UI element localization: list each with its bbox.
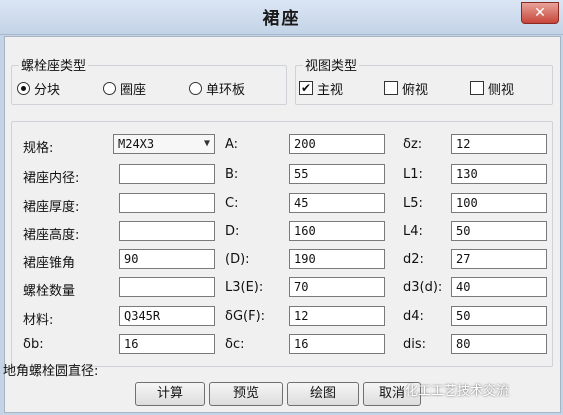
checkbox-indicator: ✔: [299, 81, 313, 95]
param-label: D:: [225, 224, 240, 239]
param-label: 材料:: [23, 313, 54, 328]
bolt-seat-type-title: 螺栓座类型: [19, 55, 89, 74]
radio-ring-seat[interactable]: 圈座: [103, 79, 147, 98]
param-label: dis:: [403, 337, 427, 352]
skirt-height-input[interactable]: [119, 221, 215, 241]
checkbox-label: 侧视: [488, 82, 515, 98]
bolt-count-input[interactable]: [119, 277, 215, 297]
param-label: C:: [225, 196, 239, 211]
skirt-thickness-input[interactable]: [119, 193, 215, 213]
param-label: L4:: [403, 224, 423, 239]
radio-label: 分块: [34, 82, 61, 98]
checkbox-label: 主视: [317, 82, 344, 98]
param-label: d4:: [403, 309, 424, 324]
param-label: L1:: [403, 167, 423, 182]
param-d-paren-input[interactable]: 190: [289, 249, 385, 269]
checkbox-label: 俯视: [402, 82, 429, 98]
skirt-inner-diameter-input[interactable]: [119, 164, 215, 184]
radio-indicator: [189, 81, 202, 95]
param-delta-g-input[interactable]: 12: [289, 306, 385, 326]
spec-value: M24X3: [118, 137, 155, 151]
param-dis-input[interactable]: 80: [451, 334, 547, 354]
draw-button[interactable]: 绘图: [287, 382, 359, 406]
param-label: δb:: [23, 337, 44, 352]
param-l3-input[interactable]: 70: [289, 277, 385, 297]
param-d4-input[interactable]: 50: [451, 306, 547, 326]
param-label: δc:: [225, 337, 245, 352]
dialog-body: 螺栓座类型 分块 圈座 单环板 视图类型 ✔ 主视 俯视 侧视 规格: 裙座内径…: [3, 36, 561, 413]
param-l5-input[interactable]: 100: [451, 193, 547, 213]
param-label: L5:: [403, 196, 423, 211]
view-type-title: 视图类型: [303, 55, 360, 74]
param-label: d2:: [403, 252, 424, 267]
radio-label: 单环板: [206, 82, 246, 98]
radio-indicator: [103, 81, 116, 95]
material-input[interactable]: Q345R: [119, 306, 215, 326]
checkbox-top-view[interactable]: 俯视: [384, 79, 429, 98]
param-label: δz:: [403, 137, 423, 152]
radio-single-ring-plate[interactable]: 单环板: [189, 79, 246, 98]
skirt-cone-angle-input[interactable]: 90: [119, 249, 215, 269]
param-label: 裙座内径:: [23, 171, 80, 186]
param-label: L3(E):: [225, 280, 264, 295]
anchor-bolt-circle-label: 地角螺栓圆直径:: [3, 364, 99, 379]
param-label: A:: [225, 137, 239, 152]
calculate-button[interactable]: 计算: [135, 382, 205, 406]
param-delta-z-input[interactable]: 12: [451, 134, 547, 154]
radio-label: 圈座: [120, 82, 147, 98]
chevron-down-icon: ▼: [203, 138, 210, 149]
param-a-input[interactable]: 200: [289, 134, 385, 154]
param-label: 螺栓数量: [23, 284, 76, 299]
param-c-input[interactable]: 45: [289, 193, 385, 213]
param-l1-input[interactable]: 130: [451, 164, 547, 184]
param-delta-c-input[interactable]: 16: [289, 334, 385, 354]
checkbox-indicator: [384, 81, 398, 95]
param-label: 规格:: [23, 141, 54, 156]
close-icon: ✕: [534, 5, 546, 21]
param-label: 裙座锥角: [23, 256, 76, 271]
radio-split[interactable]: 分块: [17, 79, 61, 98]
param-label: δG(F):: [225, 309, 266, 324]
window-title: 裙座: [262, 9, 301, 29]
checkbox-side-view[interactable]: 侧视: [470, 79, 515, 98]
param-d3-input[interactable]: 40: [451, 277, 547, 297]
title-bar: 裙座 ✕: [0, 0, 563, 35]
param-l4-input[interactable]: 50: [451, 221, 547, 241]
param-label: 裙座厚度:: [23, 200, 80, 215]
param-d-input[interactable]: 160: [289, 221, 385, 241]
param-label: d3(d):: [403, 280, 443, 295]
checkbox-front-view[interactable]: ✔ 主视: [299, 79, 344, 98]
watermark-text: 化工工艺技术交流: [405, 384, 510, 399]
delta-b-input[interactable]: 16: [119, 334, 215, 354]
param-label: B:: [225, 167, 239, 182]
param-label: (D):: [225, 252, 250, 267]
close-button[interactable]: ✕: [521, 2, 559, 24]
param-label: 裙座高度:: [23, 228, 80, 243]
param-d2-input[interactable]: 27: [451, 249, 547, 269]
radio-indicator: [17, 81, 30, 95]
preview-button[interactable]: 预览: [209, 382, 283, 406]
spec-dropdown[interactable]: M24X3 ▼: [113, 134, 215, 154]
checkbox-indicator: [470, 81, 484, 95]
param-b-input[interactable]: 55: [289, 164, 385, 184]
parameters-group: [11, 121, 553, 367]
